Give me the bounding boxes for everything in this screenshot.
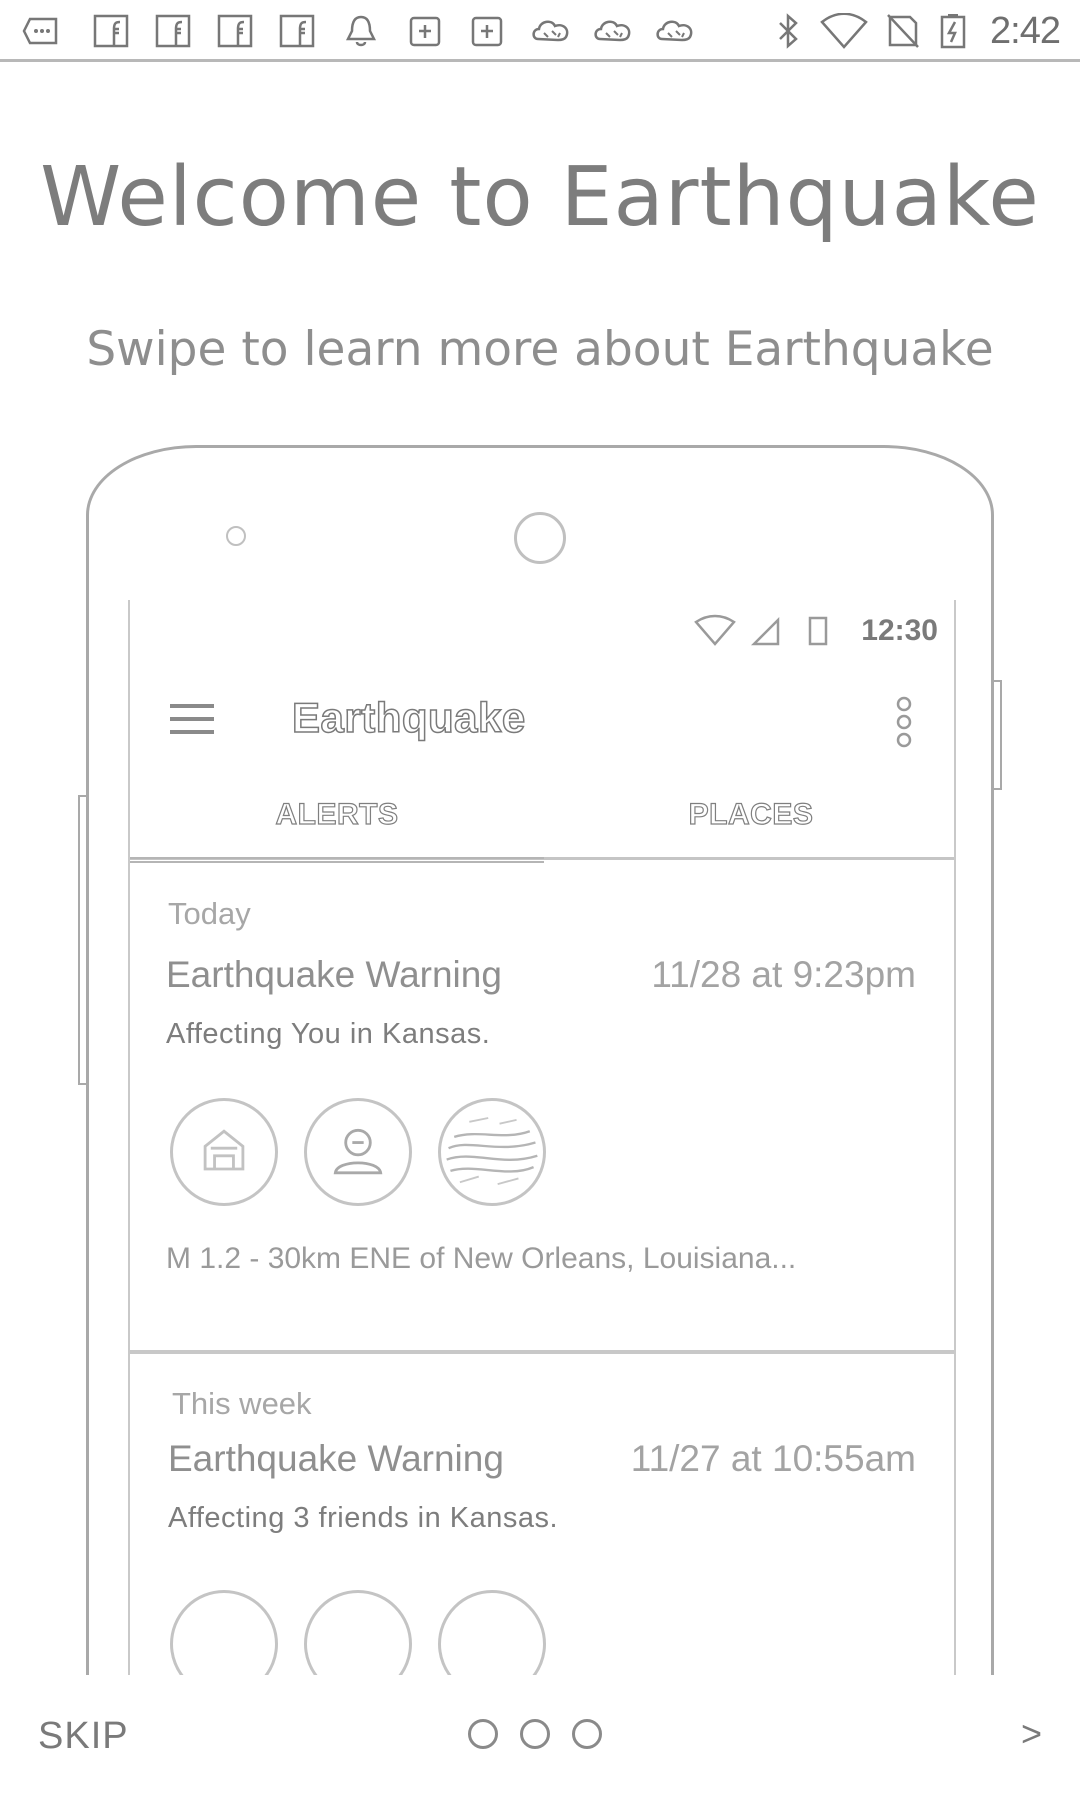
house-icon — [170, 1098, 278, 1206]
mini-status-time: 12:30 — [861, 614, 938, 647]
calendar-icon — [468, 13, 506, 49]
section-label: Today — [168, 896, 251, 931]
alert-time: 11/28 at 9:23pm — [651, 954, 916, 995]
wifi-icon — [694, 614, 736, 646]
alert-location: M 1.2 - 30km ENE of New Orleans, Louisia… — [166, 1242, 797, 1275]
phone-side-button — [78, 795, 86, 1085]
alert-title: Earthquake Warning — [166, 954, 502, 995]
alert-affecting-text: Affecting 3 friends in Kansas. — [168, 1502, 559, 1534]
battery-icon — [808, 616, 828, 646]
wifi-icon — [820, 12, 868, 49]
welcome-subtitle: Swipe to learn more about Earthquake — [86, 322, 994, 377]
mini-status-icons — [694, 614, 844, 648]
app-title: Earthquake — [291, 693, 526, 742]
signal-icon — [750, 616, 780, 646]
no-signal-icon — [884, 13, 922, 49]
phone-screen: 12:30 Earthquake ALERTS PLACES Today Ear… — [128, 600, 956, 1675]
avatar — [170, 1590, 278, 1675]
system-status-bar: 2:42 — [0, 0, 1080, 62]
next-button[interactable]: > — [1021, 1713, 1042, 1755]
bluetooth-icon — [774, 13, 804, 49]
tab-alerts: ALERTS — [275, 797, 399, 831]
battery-charging-icon — [938, 13, 968, 49]
avatar — [438, 1590, 546, 1675]
person-icon — [304, 1098, 412, 1206]
page-dot[interactable] — [572, 1719, 602, 1749]
bell-icon — [342, 13, 380, 49]
weather-icon — [592, 13, 638, 49]
overflow-menu-icon — [894, 696, 914, 748]
phone-camera — [514, 512, 566, 564]
alert-affecting-text: Affecting You in Kansas. — [166, 1018, 491, 1050]
weather-icon — [530, 13, 576, 49]
phone-side-button — [994, 680, 1002, 790]
page-dot[interactable] — [520, 1719, 550, 1749]
hamburger-menu-icon — [168, 700, 216, 738]
onboarding-nav-bar: SKIP > — [0, 1675, 1080, 1794]
facebook-icon — [92, 13, 130, 49]
facebook-icon — [154, 13, 192, 49]
facebook-icon — [216, 13, 254, 49]
facebook-icon — [278, 13, 316, 49]
alert-card: Today Earthquake Warning 11/28 at 9:23pm… — [130, 862, 954, 1354]
status-time: 2:42 — [990, 10, 1061, 52]
page-indicator — [468, 1719, 618, 1753]
page-dot[interactable] — [468, 1719, 498, 1749]
avatar — [304, 1590, 412, 1675]
more-icon — [22, 13, 60, 49]
welcome-title: Welcome to Earthquake — [40, 150, 1040, 245]
photo-avatar — [438, 1098, 546, 1206]
app-toolbar: Earthquake — [130, 660, 954, 780]
alert-title: Earthquake Warning — [168, 1438, 504, 1479]
mini-status-bar: 12:30 — [130, 600, 954, 660]
alert-card: This week Earthquake Warning 11/27 at 10… — [130, 1360, 954, 1675]
phone-sensor — [226, 526, 246, 546]
tab-bar: ALERTS PLACES — [130, 780, 954, 860]
skip-button[interactable]: SKIP — [38, 1715, 129, 1758]
calendar-icon — [406, 13, 444, 49]
tab-places: PLACES — [688, 797, 814, 831]
section-label: This week — [172, 1386, 312, 1421]
alert-time: 11/27 at 10:55am — [630, 1438, 916, 1479]
weather-icon — [654, 13, 700, 49]
